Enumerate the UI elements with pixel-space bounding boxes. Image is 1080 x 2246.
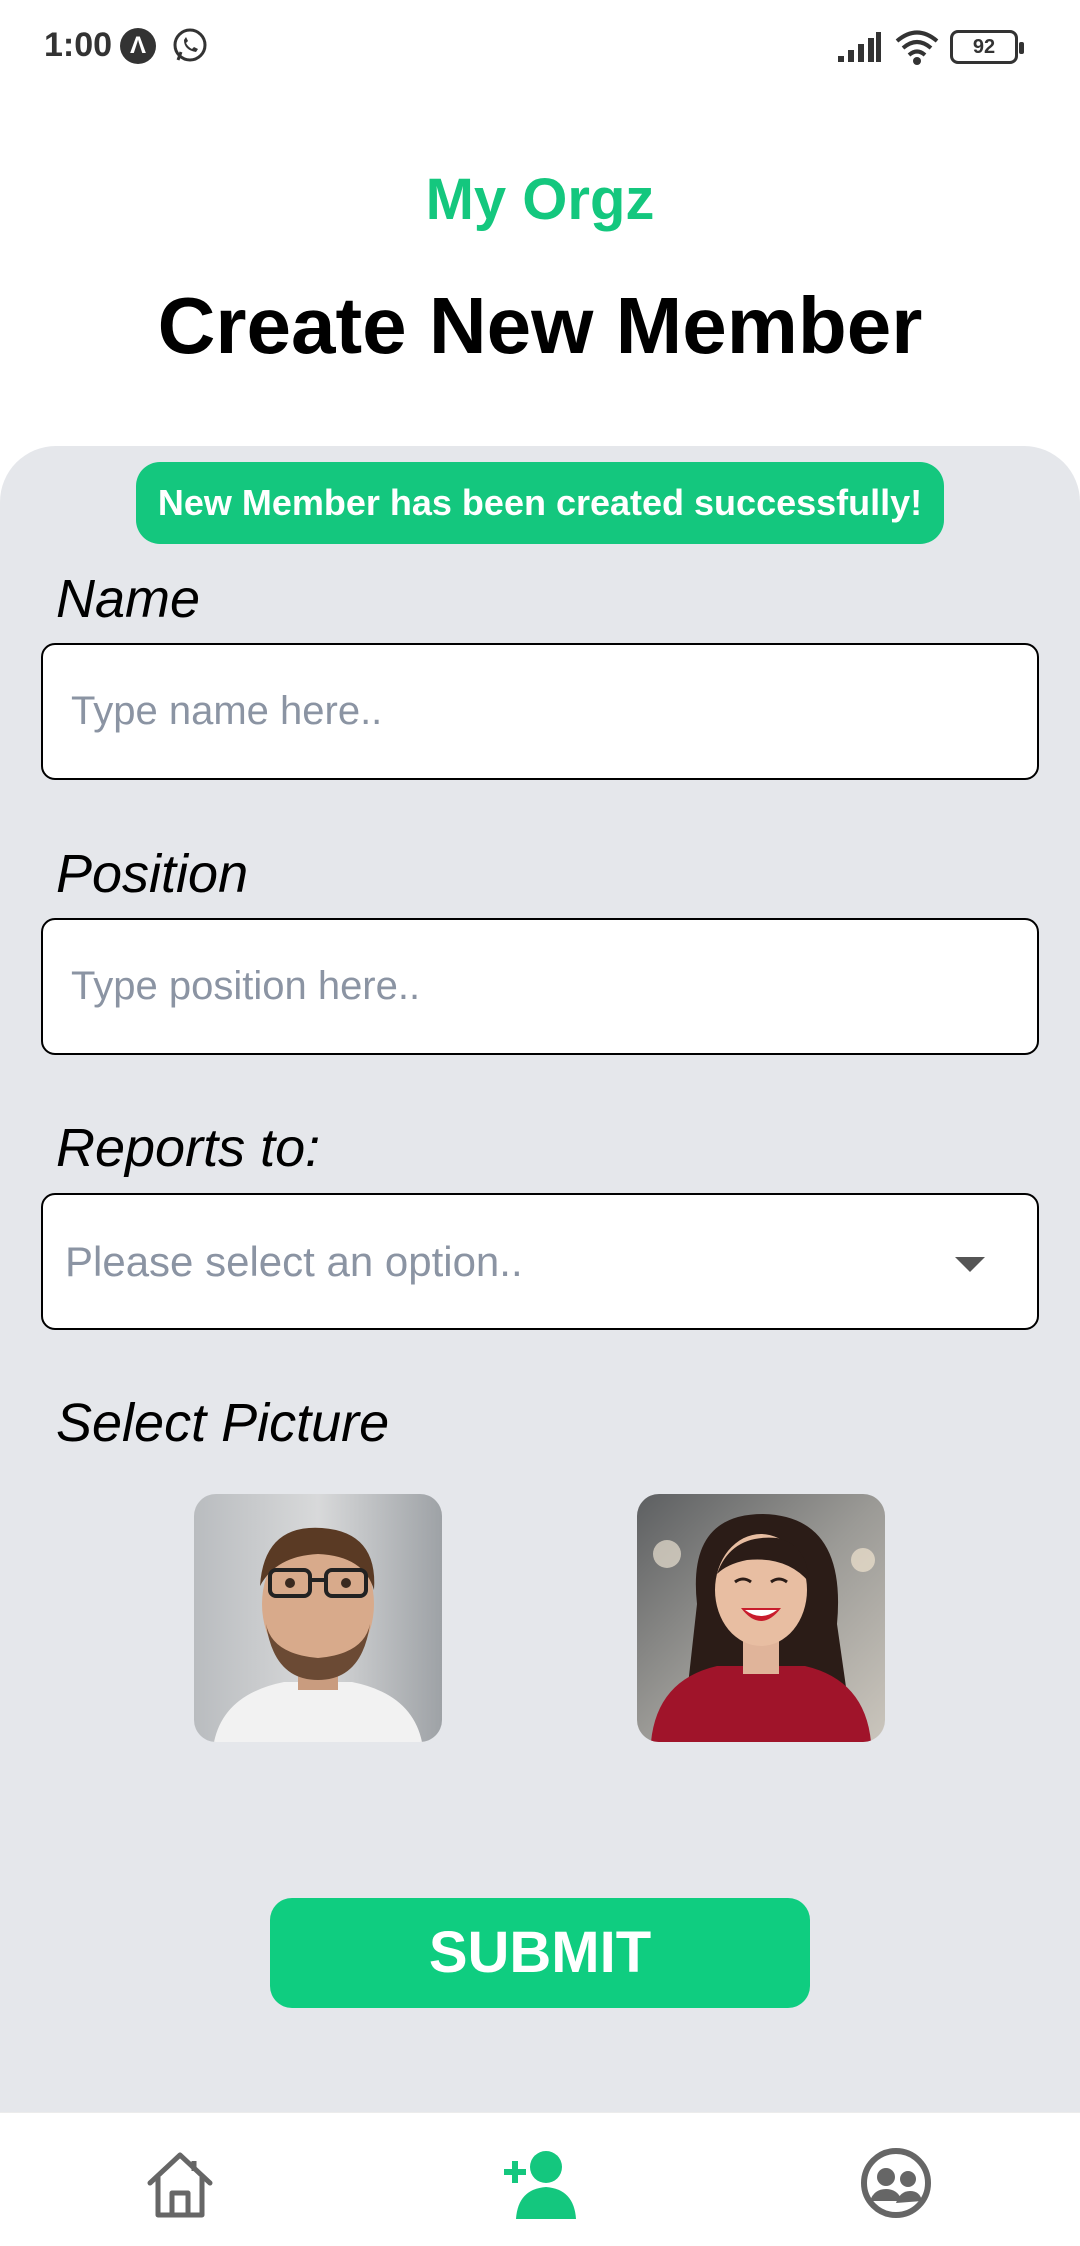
reports-to-select[interactable]: Please select an option.. <box>41 1193 1039 1330</box>
man-avatar-photo[interactable] <box>194 1494 442 1742</box>
page-title: Create New Member <box>157 281 923 370</box>
position-label: Position <box>56 844 249 904</box>
name-field[interactable] <box>41 643 1039 780</box>
wifi-icon <box>895 30 939 65</box>
name-input[interactable] <box>43 645 1037 778</box>
position-field[interactable] <box>41 918 1039 1055</box>
create-member-screen: 1:00 Λ 92 My Orgz Create New Member New … <box>0 0 1080 2246</box>
position-input[interactable] <box>43 920 1037 1053</box>
bottom-navigation <box>0 2112 1080 2246</box>
status-bar: 1:00 Λ 92 <box>0 0 1080 96</box>
app-title: My Orgz <box>425 167 655 232</box>
battery-icon: 92 <box>950 30 1024 64</box>
chevron-down-icon[interactable] <box>955 1257 985 1272</box>
whatsapp-icon <box>173 28 207 62</box>
team-icon[interactable] <box>856 2143 936 2223</box>
name-label: Name <box>56 569 201 629</box>
reports-to-placeholder: Please select an option.. <box>65 1238 523 1285</box>
select-picture-label: Select Picture <box>56 1393 390 1453</box>
submit-button[interactable]: SUBMIT <box>270 1898 810 2008</box>
woman-photo-graphic <box>637 1494 885 1742</box>
success-toast: New Member has been created successfully… <box>136 462 944 544</box>
signal-icon <box>838 32 881 62</box>
add-user-icon[interactable] <box>500 2143 580 2223</box>
woman-avatar-photo[interactable] <box>637 1494 885 1742</box>
status-time: 1:00 <box>44 26 113 64</box>
reports-to-label: Reports to: <box>56 1118 321 1178</box>
man-photo-graphic <box>194 1494 442 1742</box>
home-icon[interactable] <box>140 2143 220 2223</box>
a-notification-icon: Λ <box>120 28 156 64</box>
